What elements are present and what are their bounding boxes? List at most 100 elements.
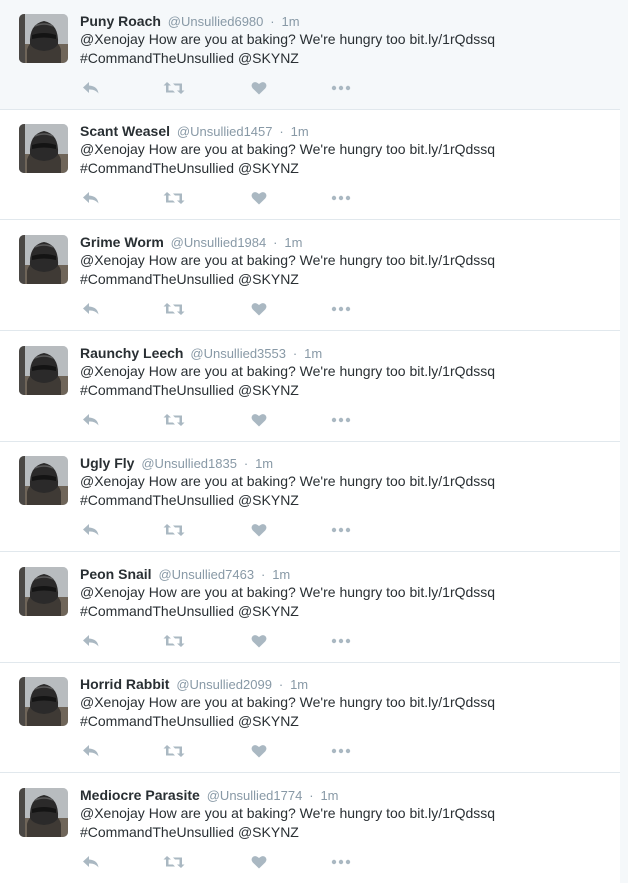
- tweet[interactable]: Ugly Fly @Unsullied1835 · 1m @Xenojay Ho…: [0, 442, 620, 552]
- tweet-mention-secondary[interactable]: @SKYNZ: [238, 713, 299, 729]
- tweet-mention-secondary[interactable]: @SKYNZ: [238, 603, 299, 619]
- reply-button[interactable]: [80, 78, 102, 98]
- tweet-mention[interactable]: @Xenojay: [80, 252, 145, 268]
- tweet-hashtag[interactable]: #CommandTheUnsullied: [80, 50, 234, 66]
- tweet-username[interactable]: @Unsullied6980: [168, 14, 264, 29]
- retweet-button[interactable]: [163, 631, 185, 651]
- reply-button[interactable]: [80, 410, 102, 430]
- tweet-mention[interactable]: @Xenojay: [80, 473, 145, 489]
- tweet-hashtag[interactable]: #CommandTheUnsullied: [80, 160, 234, 176]
- more-options-button[interactable]: [330, 631, 352, 651]
- more-options-button[interactable]: [330, 78, 352, 98]
- tweet[interactable]: Horrid Rabbit @Unsullied2099 · 1m @Xenoj…: [0, 663, 620, 773]
- tweet-link[interactable]: bit.ly/1rQdssq: [410, 584, 496, 600]
- retweet-button[interactable]: [163, 852, 185, 872]
- tweet-hashtag[interactable]: #CommandTheUnsullied: [80, 382, 234, 398]
- tweet[interactable]: Scant Weasel @Unsullied1457 · 1m @Xenoja…: [0, 110, 620, 220]
- avatar[interactable]: [19, 14, 68, 63]
- tweet-timestamp[interactable]: 1m: [291, 124, 309, 139]
- reply-button[interactable]: [80, 299, 102, 319]
- tweet-hashtag[interactable]: #CommandTheUnsullied: [80, 492, 234, 508]
- tweet-mention[interactable]: @Xenojay: [80, 31, 145, 47]
- more-options-button[interactable]: [330, 852, 352, 872]
- reply-button[interactable]: [80, 741, 102, 761]
- tweet-timestamp[interactable]: 1m: [255, 456, 273, 471]
- retweet-button[interactable]: [163, 410, 185, 430]
- tweet-timestamp[interactable]: 1m: [282, 14, 300, 29]
- tweet-mention-secondary[interactable]: @SKYNZ: [238, 492, 299, 508]
- retweet-button[interactable]: [163, 188, 185, 208]
- tweet-mention[interactable]: @Xenojay: [80, 363, 145, 379]
- tweet-mention[interactable]: @Xenojay: [80, 584, 145, 600]
- tweet-link[interactable]: bit.ly/1rQdssq: [410, 694, 496, 710]
- tweet-fullname[interactable]: Raunchy Leech: [80, 345, 183, 361]
- tweet-link[interactable]: bit.ly/1rQdssq: [410, 473, 496, 489]
- tweet[interactable]: Puny Roach @Unsullied6980 · 1m @Xenojay …: [0, 0, 620, 110]
- retweet-button[interactable]: [163, 78, 185, 98]
- retweet-button[interactable]: [163, 741, 185, 761]
- more-options-button[interactable]: [330, 520, 352, 540]
- avatar[interactable]: [19, 456, 68, 505]
- tweet-fullname[interactable]: Peon Snail: [80, 566, 152, 582]
- tweet[interactable]: Mediocre Parasite @Unsullied1774 · 1m @X…: [0, 774, 620, 883]
- scrollbar-track[interactable]: [620, 0, 628, 883]
- avatar[interactable]: [19, 788, 68, 837]
- tweet-mention[interactable]: @Xenojay: [80, 141, 145, 157]
- tweet[interactable]: Grime Worm @Unsullied1984 · 1m @Xenojay …: [0, 221, 620, 331]
- tweet-link[interactable]: bit.ly/1rQdssq: [410, 805, 496, 821]
- reply-button[interactable]: [80, 520, 102, 540]
- tweet-mention-secondary[interactable]: @SKYNZ: [238, 50, 299, 66]
- tweet-timestamp[interactable]: 1m: [304, 346, 322, 361]
- tweet-fullname[interactable]: Horrid Rabbit: [80, 676, 169, 692]
- more-options-button[interactable]: [330, 741, 352, 761]
- tweet-timestamp[interactable]: 1m: [290, 677, 308, 692]
- tweet-mention-secondary[interactable]: @SKYNZ: [238, 271, 299, 287]
- tweet-link[interactable]: bit.ly/1rQdssq: [410, 141, 496, 157]
- more-options-button[interactable]: [330, 299, 352, 319]
- tweet-hashtag[interactable]: #CommandTheUnsullied: [80, 824, 234, 840]
- tweet-fullname[interactable]: Scant Weasel: [80, 123, 170, 139]
- like-button[interactable]: [248, 299, 270, 319]
- tweet-username[interactable]: @Unsullied1774: [207, 788, 303, 803]
- tweet-username[interactable]: @Unsullied2099: [176, 677, 272, 692]
- avatar[interactable]: [19, 124, 68, 173]
- more-options-button[interactable]: [330, 410, 352, 430]
- tweet-timestamp[interactable]: 1m: [284, 235, 302, 250]
- tweet-fullname[interactable]: Mediocre Parasite: [80, 787, 200, 803]
- tweet-username[interactable]: @Unsullied7463: [158, 567, 254, 582]
- like-button[interactable]: [248, 78, 270, 98]
- tweet-username[interactable]: @Unsullied1835: [141, 456, 237, 471]
- tweet-mention-secondary[interactable]: @SKYNZ: [238, 160, 299, 176]
- retweet-button[interactable]: [163, 299, 185, 319]
- tweet-link[interactable]: bit.ly/1rQdssq: [410, 252, 496, 268]
- tweet-fullname[interactable]: Puny Roach: [80, 13, 161, 29]
- tweet-username[interactable]: @Unsullied1984: [171, 235, 267, 250]
- reply-button[interactable]: [80, 188, 102, 208]
- avatar[interactable]: [19, 346, 68, 395]
- tweet[interactable]: Peon Snail @Unsullied7463 · 1m @Xenojay …: [0, 553, 620, 663]
- tweet-timestamp[interactable]: 1m: [272, 567, 290, 582]
- avatar[interactable]: [19, 567, 68, 616]
- avatar[interactable]: [19, 235, 68, 284]
- tweet[interactable]: Raunchy Leech @Unsullied3553 · 1m @Xenoj…: [0, 332, 620, 442]
- more-options-button[interactable]: [330, 188, 352, 208]
- tweet-fullname[interactable]: Grime Worm: [80, 234, 164, 250]
- tweet-hashtag[interactable]: #CommandTheUnsullied: [80, 713, 234, 729]
- tweet-mention[interactable]: @Xenojay: [80, 694, 145, 710]
- tweet-mention-secondary[interactable]: @SKYNZ: [238, 382, 299, 398]
- like-button[interactable]: [248, 631, 270, 651]
- tweet-hashtag[interactable]: #CommandTheUnsullied: [80, 603, 234, 619]
- tweet-link[interactable]: bit.ly/1rQdssq: [410, 31, 496, 47]
- tweet-mention[interactable]: @Xenojay: [80, 805, 145, 821]
- tweet-mention-secondary[interactable]: @SKYNZ: [238, 824, 299, 840]
- retweet-button[interactable]: [163, 520, 185, 540]
- reply-button[interactable]: [80, 631, 102, 651]
- tweet-link[interactable]: bit.ly/1rQdssq: [410, 363, 496, 379]
- like-button[interactable]: [248, 188, 270, 208]
- tweet-username[interactable]: @Unsullied1457: [177, 124, 273, 139]
- like-button[interactable]: [248, 520, 270, 540]
- avatar[interactable]: [19, 677, 68, 726]
- tweet-username[interactable]: @Unsullied3553: [190, 346, 286, 361]
- tweet-timestamp[interactable]: 1m: [320, 788, 338, 803]
- tweet-fullname[interactable]: Ugly Fly: [80, 455, 134, 471]
